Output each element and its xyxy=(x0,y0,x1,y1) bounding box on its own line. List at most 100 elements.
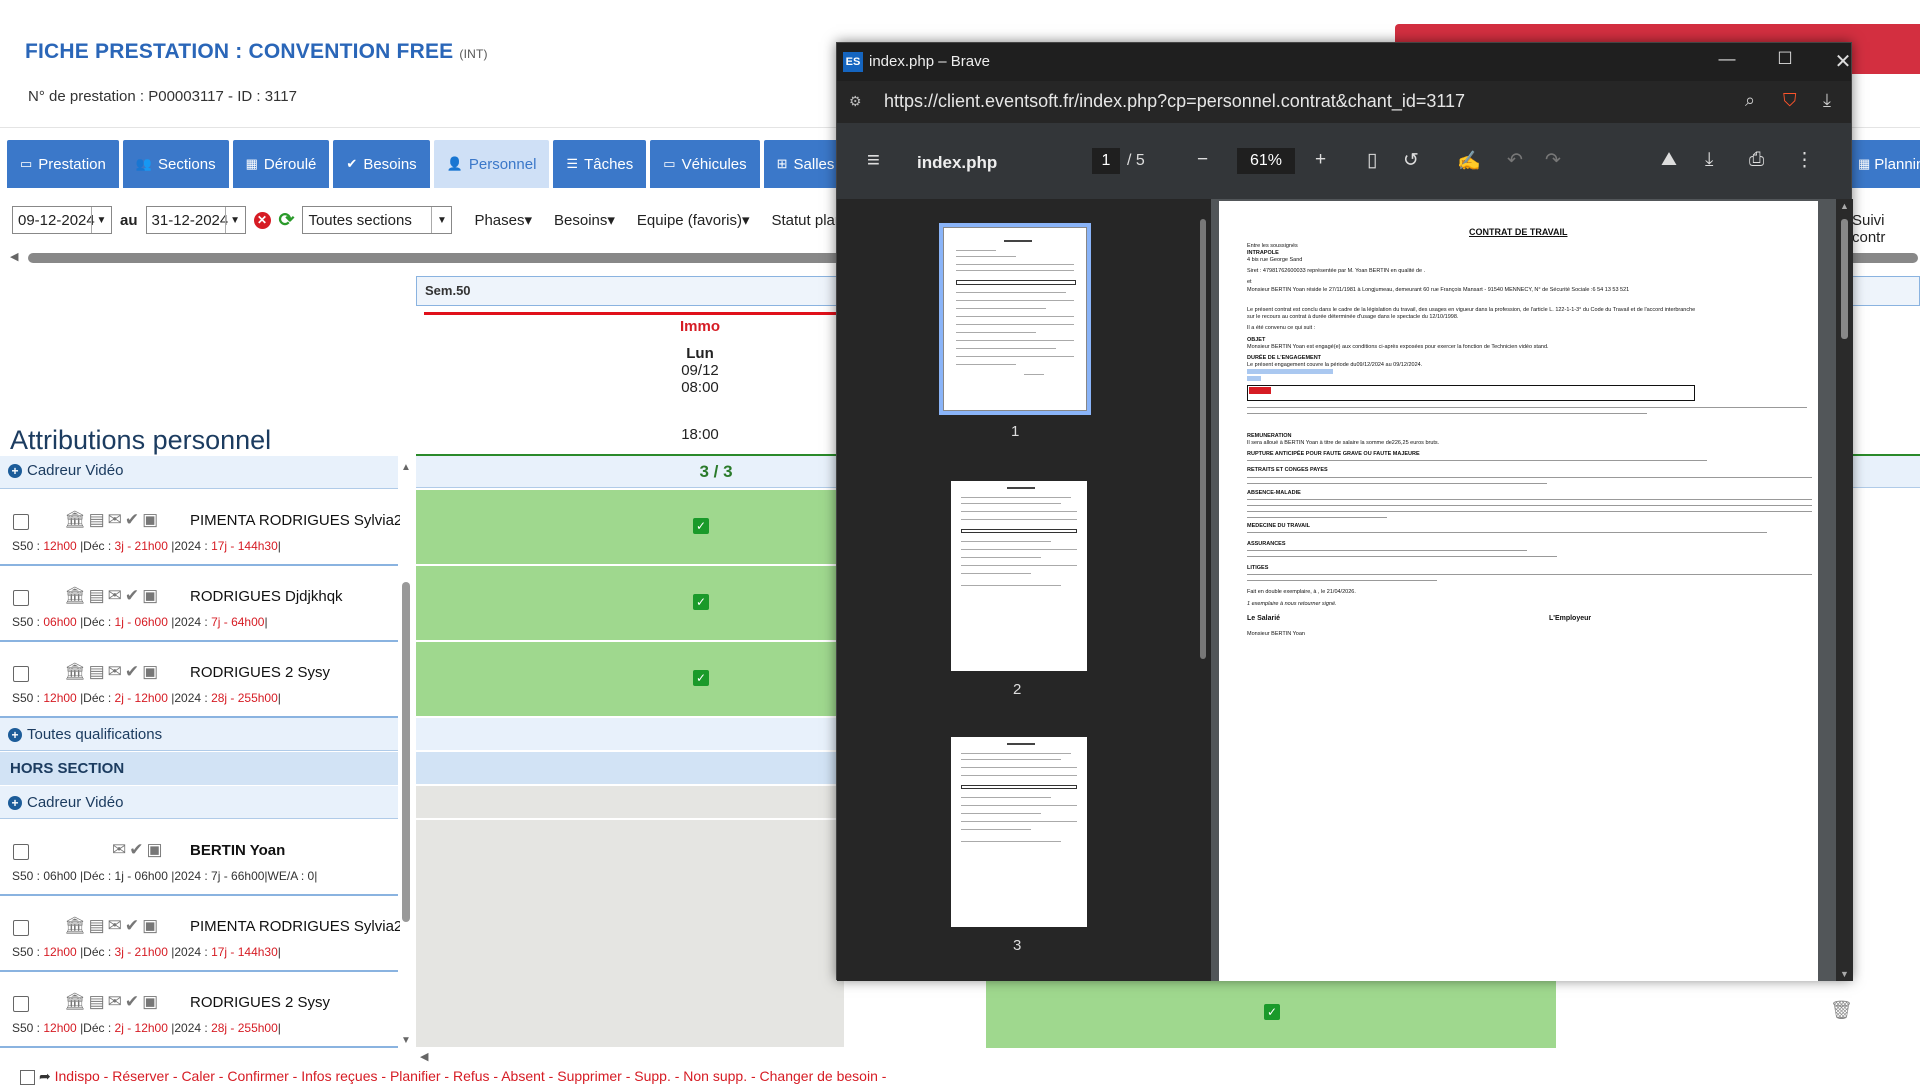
person-checkbox[interactable] xyxy=(13,844,29,860)
undo-icon[interactable]: ↶ xyxy=(1507,149,1523,172)
person-name[interactable]: RODRIGUES Djdjkhqk xyxy=(190,588,400,605)
person-name[interactable]: RODRIGUES 2 Sysy xyxy=(190,994,400,1011)
scroll-left-icon[interactable]: ◀ xyxy=(420,1050,428,1063)
download-icon[interactable]: ⤓ xyxy=(1823,90,1831,111)
url-text[interactable]: https://client.eventsoft.fr/index.php?cp… xyxy=(884,91,1465,112)
tab-salles[interactable]: ⊞ Salles xyxy=(763,140,848,188)
scroll-up-icon[interactable]: ▲ xyxy=(401,462,411,473)
user-card-icon[interactable]: ▣ xyxy=(142,586,158,606)
select-all-checkbox[interactable] xyxy=(20,1069,35,1085)
user-card-icon[interactable]: ▣ xyxy=(142,916,158,936)
scrollbar-thumb[interactable] xyxy=(1200,219,1206,659)
qualification-toutes[interactable]: + Toutes qualifications xyxy=(8,726,162,743)
document-icon[interactable]: ▤ xyxy=(89,662,105,682)
person-name[interactable]: RODRIGUES 2 Sysy xyxy=(190,664,400,681)
tab-prestation[interactable]: ▭ Prestation xyxy=(7,140,119,188)
suivi-contrat-menu[interactable]: Suivi contr xyxy=(1852,212,1920,246)
check-circle-icon[interactable]: ✔ xyxy=(125,586,139,606)
document-icon[interactable]: ▤ xyxy=(89,992,105,1012)
page-thumbnail-2[interactable] xyxy=(951,481,1087,671)
refresh-icon[interactable]: ⟳ xyxy=(279,209,295,232)
assignment-cell[interactable]: ✓ xyxy=(416,490,844,566)
page-thumbnail-3[interactable] xyxy=(951,737,1087,927)
equipe-menu[interactable]: Equipe (favoris)▾ xyxy=(637,211,750,229)
tab-sections[interactable]: 👥 Sections xyxy=(122,140,229,188)
site-settings-icon[interactable]: ⚙ xyxy=(849,93,862,110)
person-name[interactable]: PIMENTA RODRIGUES Sylvia2 xyxy=(190,512,400,529)
document-icon[interactable]: ▤ xyxy=(89,510,105,530)
sections-select[interactable]: Toutes sections ▼ xyxy=(302,206,453,234)
zoom-out-icon[interactable]: − xyxy=(1197,149,1208,171)
document-icon[interactable]: ▤ xyxy=(89,586,105,606)
qualification-cadreur-video[interactable]: + Cadreur Vidéo xyxy=(8,462,123,479)
check-circle-icon[interactable]: ✔ xyxy=(129,840,143,860)
zoom-level-input[interactable]: 61% xyxy=(1237,148,1295,174)
user-card-icon[interactable]: ▣ xyxy=(147,840,163,860)
tab-planning[interactable]: ▦ Plannin xyxy=(1850,140,1920,188)
assignment-cell[interactable]: ✓ xyxy=(416,642,844,718)
tab-personnel[interactable]: 👤 Personnel xyxy=(433,140,550,188)
mail-icon[interactable]: ✉ xyxy=(108,992,122,1012)
besoins-menu[interactable]: Besoins▾ xyxy=(554,211,615,229)
assignment-cell[interactable]: ✓ xyxy=(986,978,1556,1048)
person-name[interactable]: PIMENTA RODRIGUES Sylvia2 xyxy=(190,918,400,935)
clear-icon[interactable]: ✕ xyxy=(253,211,271,229)
sidebar-scrollbar[interactable] xyxy=(1195,199,1211,981)
minimize-icon[interactable]: — xyxy=(1707,49,1747,69)
person-checkbox[interactable] xyxy=(13,920,29,936)
rotate-icon[interactable]: ↺ xyxy=(1403,149,1419,172)
mail-icon[interactable]: ✉ xyxy=(108,586,122,606)
mail-icon[interactable]: ✉ xyxy=(112,840,126,860)
tab-taches[interactable]: ☰ Tâches xyxy=(553,140,647,188)
user-card-icon[interactable]: ▣ xyxy=(142,510,158,530)
person-checkbox[interactable] xyxy=(13,514,29,530)
vertical-scrollbar[interactable]: ▲ ▼ xyxy=(398,462,414,1046)
brave-shield-icon[interactable]: ⛉ xyxy=(1783,90,1797,111)
plus-icon[interactable]: + xyxy=(8,728,22,742)
trash-icon[interactable]: 🗑 xyxy=(1830,1000,1853,1021)
check-circle-icon[interactable]: ✔ xyxy=(125,992,139,1012)
plus-icon[interactable]: + xyxy=(8,796,22,810)
tab-deroule[interactable]: ▦ Déroulé xyxy=(232,140,330,188)
annotate-icon[interactable]: ✍ xyxy=(1457,149,1481,173)
mail-icon[interactable]: ✉ xyxy=(108,662,122,682)
fit-page-icon[interactable]: ▯ xyxy=(1367,149,1377,172)
person-checkbox[interactable] xyxy=(13,590,29,606)
download-icon[interactable]: ⤓ xyxy=(1705,149,1713,171)
user-card-icon[interactable]: ▣ xyxy=(142,662,158,682)
scrollbar-thumb[interactable] xyxy=(402,582,410,922)
page-scrollbar[interactable]: ▲ ▼ xyxy=(1836,199,1853,981)
document-icon[interactable]: ▤ xyxy=(89,916,105,936)
close-icon[interactable]: ✕ xyxy=(1823,49,1863,74)
menu-icon[interactable]: ≡ xyxy=(867,147,880,173)
save-drive-icon[interactable]: ⛰ xyxy=(1661,149,1677,171)
chevron-down-icon[interactable]: ▼ xyxy=(91,207,111,233)
action-links[interactable]: Indispo - Réserver - Caler - Confirmer -… xyxy=(55,1068,887,1084)
tab-vehicules[interactable]: ▭ Véhicules xyxy=(650,140,760,188)
scroll-up-icon[interactable]: ▲ xyxy=(1840,201,1849,211)
scroll-down-icon[interactable]: ▼ xyxy=(401,1035,411,1046)
window-titlebar[interactable]: ES index.php – Brave — ☐ ✕ xyxy=(837,43,1851,81)
maximize-icon[interactable]: ☐ xyxy=(1765,49,1805,69)
bank-icon[interactable]: 🏛 xyxy=(64,510,86,530)
check-circle-icon[interactable]: ✔ xyxy=(125,916,139,936)
scroll-left-icon[interactable]: ◀ xyxy=(10,250,18,263)
mail-icon[interactable]: ✉ xyxy=(108,510,122,530)
check-circle-icon[interactable]: ✔ xyxy=(125,662,139,682)
page-number-input[interactable]: 1 xyxy=(1092,148,1120,174)
print-icon[interactable]: ⎙ xyxy=(1749,149,1764,171)
scrollbar-thumb[interactable] xyxy=(1841,219,1848,339)
bank-icon[interactable]: 🏛 xyxy=(64,586,86,606)
phases-menu[interactable]: Phases▾ xyxy=(474,211,532,229)
plus-icon[interactable]: + xyxy=(8,464,22,478)
mail-icon[interactable]: ✉ xyxy=(108,916,122,936)
bank-icon[interactable]: 🏛 xyxy=(64,916,86,936)
bank-icon[interactable]: 🏛 xyxy=(64,662,86,682)
assignment-cell[interactable]: ✓ xyxy=(416,566,844,642)
person-name[interactable]: BERTIN Yoan xyxy=(190,842,400,859)
qualification-cadreur-video[interactable]: + Cadreur Vidéo xyxy=(8,794,123,811)
zoom-in-icon[interactable]: + xyxy=(1315,149,1326,171)
address-bar[interactable]: ⚙ https://client.eventsoft.fr/index.php?… xyxy=(837,81,1851,123)
user-card-icon[interactable]: ▣ xyxy=(142,992,158,1012)
redo-icon[interactable]: ↷ xyxy=(1545,149,1561,172)
